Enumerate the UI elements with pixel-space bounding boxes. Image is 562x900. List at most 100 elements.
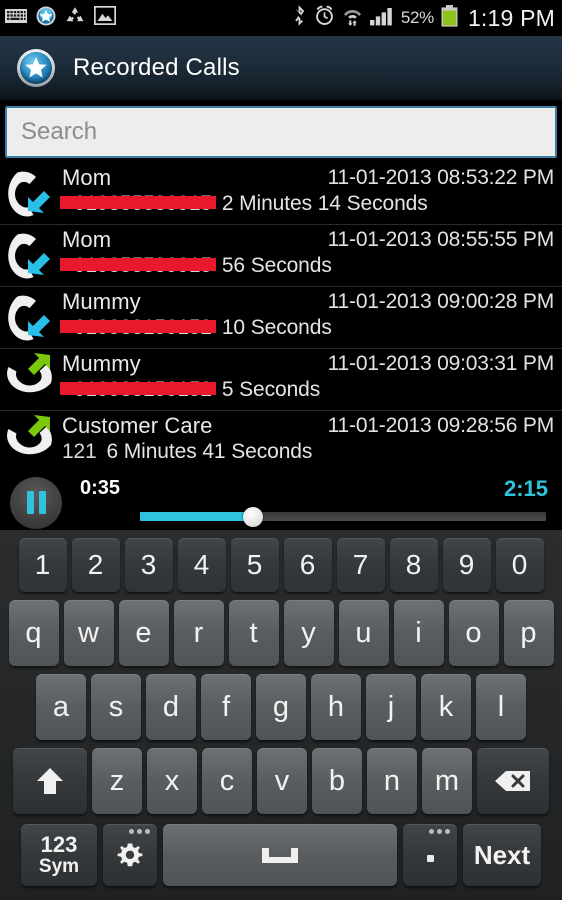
- gear-key-dots: [129, 829, 150, 834]
- key-8[interactable]: 8: [389, 538, 438, 592]
- key-y[interactable]: y: [283, 600, 334, 666]
- keyboard-row-home: a s d f g h j k l: [2, 670, 560, 744]
- pause-bar-left: [26, 491, 34, 514]
- call-phone-number: +919855589915: [60, 254, 216, 277]
- keyboard-icon: [5, 8, 27, 29]
- battery-icon: [441, 4, 458, 32]
- key-7[interactable]: 7: [336, 538, 385, 592]
- keyboard-row-bottom: z x c v b n m: [2, 744, 560, 818]
- key-s[interactable]: s: [91, 674, 141, 740]
- key-3[interactable]: 3: [124, 538, 173, 592]
- battery-percent-label: 52%: [400, 8, 434, 27]
- key-w[interactable]: w: [63, 600, 114, 666]
- key-5[interactable]: 5: [230, 538, 279, 592]
- key-4[interactable]: 4: [177, 538, 226, 592]
- alarm-icon: [314, 5, 335, 31]
- call-contact-name: Mom: [62, 165, 112, 190]
- key-g[interactable]: g: [256, 674, 306, 740]
- key-1[interactable]: 1: [18, 538, 67, 592]
- key-h[interactable]: h: [311, 674, 361, 740]
- table-row[interactable]: Customer Care 11-01-2013 09:28:56 PM 121…: [0, 411, 562, 473]
- key-r[interactable]: r: [173, 600, 224, 666]
- outgoing-call-icon: [4, 353, 60, 407]
- key-x[interactable]: x: [147, 748, 197, 814]
- backspace-icon[interactable]: [477, 748, 549, 814]
- call-contact-name: Customer Care: [62, 413, 213, 438]
- outgoing-call-icon: [4, 415, 60, 469]
- key-k[interactable]: k: [421, 674, 471, 740]
- on-screen-keyboard: 1 2 3 4 5 6 7 8 9 0 q w e r t y u i o p …: [0, 530, 562, 900]
- key-u[interactable]: u: [338, 600, 389, 666]
- key-0[interactable]: 0: [495, 538, 544, 592]
- call-contact-name: Mummy: [62, 351, 141, 376]
- next-key[interactable]: Next: [463, 824, 541, 886]
- image-icon: [93, 5, 117, 30]
- pause-icon[interactable]: [10, 476, 62, 529]
- status-bar-notification-icons: [5, 5, 117, 31]
- key-j[interactable]: j: [366, 674, 416, 740]
- key-v[interactable]: v: [257, 748, 307, 814]
- player-total-time: 2:15: [503, 475, 548, 501]
- key-q[interactable]: q: [8, 600, 59, 666]
- key-6[interactable]: 6: [283, 538, 332, 592]
- shift-arrow-icon[interactable]: [13, 748, 87, 814]
- seek-thumb[interactable]: [243, 506, 263, 527]
- key-o[interactable]: o: [448, 600, 499, 666]
- table-row[interactable]: Mom 11-01-2013 08:55:55 PM +919855589915…: [0, 225, 562, 287]
- pause-bar-right: [38, 491, 46, 514]
- key-d[interactable]: d: [146, 674, 196, 740]
- search-input[interactable]: [5, 106, 557, 158]
- keyboard-row-qwerty: q w e r t y u i o p: [2, 596, 560, 670]
- key-f[interactable]: f: [201, 674, 251, 740]
- key-c[interactable]: c: [202, 748, 252, 814]
- player-current-time: 0:35: [80, 477, 121, 499]
- call-phone-number: +919988159152: [60, 378, 216, 401]
- period-key[interactable]: [403, 824, 457, 886]
- key-a[interactable]: a: [36, 674, 86, 740]
- player-progress-area: 0:35 2:15: [80, 475, 554, 529]
- symbols-key-line2: Sym: [38, 855, 80, 877]
- player-seek-bar[interactable]: [80, 502, 554, 528]
- key-b[interactable]: b: [312, 748, 362, 814]
- key-m[interactable]: m: [422, 748, 472, 814]
- incoming-call-icon: [4, 291, 60, 345]
- key-l[interactable]: l: [476, 674, 526, 740]
- table-row[interactable]: Mummy 11-01-2013 09:03:31 PM +9199881591…: [0, 349, 562, 411]
- call-phone-number: +919855589915: [60, 192, 216, 215]
- symbols-key[interactable]: 123 Sym: [21, 824, 97, 886]
- table-row[interactable]: Mummy 11-01-2013 09:00:28 PM +9199881591…: [0, 287, 562, 349]
- period-key-dots: [429, 829, 450, 834]
- wifi-icon: [342, 6, 363, 31]
- key-z[interactable]: z: [92, 748, 142, 814]
- call-duration: 6 Minutes 41 Seconds: [106, 440, 313, 463]
- key-n[interactable]: n: [367, 748, 417, 814]
- incoming-call-icon: [4, 167, 60, 221]
- recycle-icon: [65, 6, 85, 30]
- key-2[interactable]: 2: [71, 538, 120, 592]
- keyboard-row-functions: 123 Sym Next: [2, 818, 560, 892]
- key-i[interactable]: i: [393, 600, 444, 666]
- call-datetime: 11-01-2013 08:55:55 PM: [327, 228, 555, 251]
- call-phone-number: 121: [62, 440, 97, 463]
- keyboard-row-numbers: 1 2 3 4 5 6 7 8 9 0: [2, 534, 560, 596]
- call-contact-name: Mummy: [62, 289, 141, 314]
- gear-icon[interactable]: [103, 824, 157, 886]
- call-datetime: 11-01-2013 09:03:31 PM: [327, 352, 555, 375]
- key-9[interactable]: 9: [442, 538, 491, 592]
- key-e[interactable]: e: [118, 600, 169, 666]
- call-datetime: 11-01-2013 08:53:22 PM: [327, 166, 555, 189]
- table-row[interactable]: Mom 11-01-2013 08:53:22 PM +919855589915…: [0, 163, 562, 225]
- period-key-label: [426, 854, 434, 862]
- call-contact-name: Mom: [62, 227, 112, 252]
- status-bar: 52% 1:19 PM: [0, 0, 562, 36]
- space-bar-icon[interactable]: [163, 824, 397, 886]
- recorded-calls-list: Mom 11-01-2013 08:53:22 PM +919855589915…: [0, 163, 562, 473]
- symbols-key-line1: 123: [40, 832, 78, 858]
- call-duration: 10 Seconds: [221, 316, 332, 339]
- status-bar-system-icons: 52% 1:19 PM: [292, 4, 555, 32]
- search-bar: [0, 100, 562, 163]
- incoming-call-icon: [4, 229, 60, 283]
- key-p[interactable]: p: [503, 600, 554, 666]
- bluetooth-icon: [292, 5, 307, 31]
- key-t[interactable]: t: [228, 600, 279, 666]
